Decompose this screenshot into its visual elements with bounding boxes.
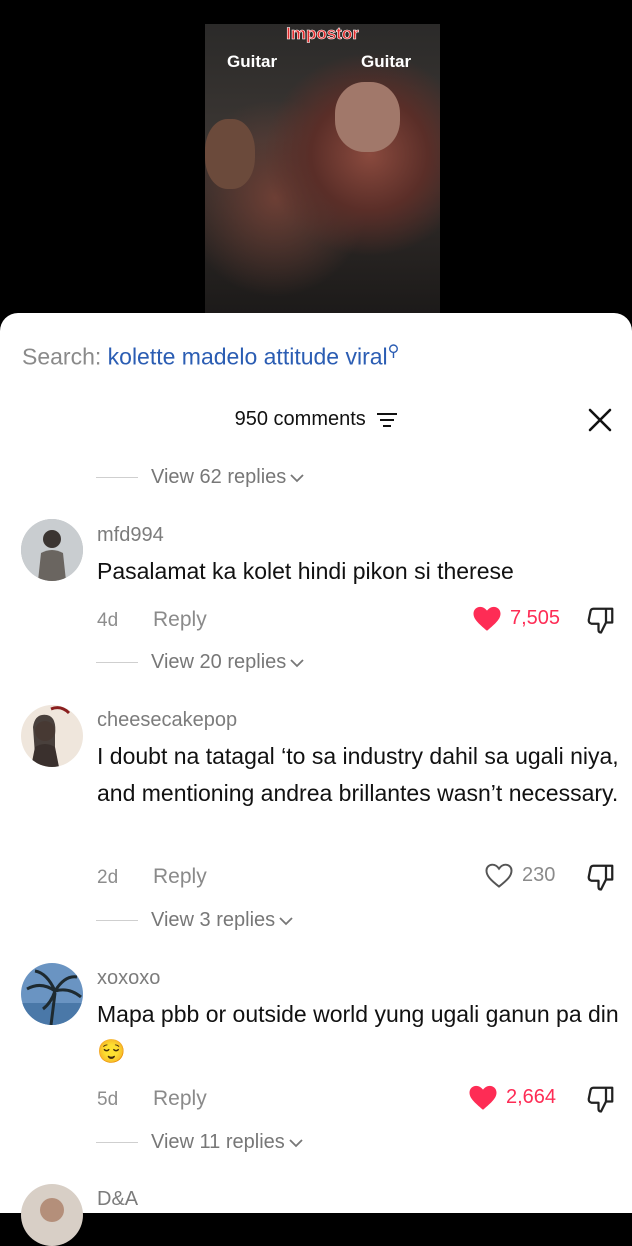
- search-icon: ⚲: [387, 343, 400, 360]
- view-replies-button[interactable]: View 11 replies: [96, 1131, 303, 1154]
- dislike-icon[interactable]: [586, 862, 616, 892]
- view-replies-label: View 3 replies: [151, 909, 276, 931]
- comments-count: 950 comments: [234, 408, 366, 430]
- dislike-icon[interactable]: [586, 1084, 616, 1114]
- avatar[interactable]: [21, 705, 83, 767]
- chevron-down-icon: [290, 473, 304, 482]
- like-count: 7,505: [510, 607, 561, 629]
- divider-line: [96, 662, 138, 663]
- view-replies-label: View 20 replies: [151, 651, 287, 673]
- like-count: 2,664: [506, 1086, 557, 1108]
- divider-line: [96, 1142, 138, 1143]
- comment-username[interactable]: cheesecakepop: [97, 709, 237, 732]
- comment-age: 2d: [97, 867, 119, 888]
- like-button[interactable]: 2,664: [468, 1084, 556, 1111]
- chevron-down-icon: [290, 658, 304, 667]
- filter-icon[interactable]: [377, 412, 398, 428]
- search-query[interactable]: kolette madelo attitude viral: [108, 344, 388, 370]
- divider-line: [96, 920, 138, 921]
- reply-button[interactable]: Reply: [153, 1087, 207, 1111]
- chevron-down-icon: [289, 1138, 303, 1147]
- avatar-image: [21, 519, 83, 581]
- comment-username[interactable]: mfd994: [97, 524, 164, 547]
- divider-line: [96, 477, 138, 478]
- view-replies-label: View 11 replies: [151, 1131, 285, 1153]
- reply-button[interactable]: Reply: [153, 865, 207, 889]
- like-button[interactable]: 230: [484, 862, 555, 889]
- avatar[interactable]: [21, 963, 83, 1025]
- avatar-image: [21, 963, 83, 1025]
- video-area: Impostor Guitar Guitar: [0, 0, 632, 330]
- view-replies-button[interactable]: View 20 replies: [96, 651, 304, 674]
- like-count: 230: [522, 864, 556, 886]
- chevron-down-icon: [279, 916, 293, 925]
- video-person-left: [205, 119, 255, 189]
- comment-age: 5d: [97, 1089, 119, 1110]
- avatar[interactable]: [21, 1184, 83, 1246]
- heart-outline-icon: [485, 863, 513, 888]
- like-button[interactable]: 7,505: [472, 605, 560, 632]
- search-prefix: Search:: [22, 343, 102, 370]
- comment-text: Pasalamat ka kolet hindi pikon si theres…: [97, 558, 514, 584]
- avatar[interactable]: [21, 519, 83, 581]
- close-icon[interactable]: [587, 407, 613, 433]
- video-caption-top: Impostor: [286, 24, 359, 43]
- comment-text: I doubt na tatagal ‘to sa industry dahil…: [97, 743, 619, 806]
- video-label-left: Guitar: [227, 52, 278, 71]
- comments-header: 950 comments: [0, 408, 632, 431]
- heart-filled-icon: [469, 1085, 497, 1110]
- video-label-right: Guitar: [361, 52, 412, 71]
- reply-button[interactable]: Reply: [153, 608, 207, 632]
- avatar-image: [21, 1184, 83, 1246]
- comment-username[interactable]: xoxoxo: [97, 967, 160, 990]
- comment-text: Mapa pbb or outside world yung ugali gan…: [97, 1001, 619, 1064]
- video-player[interactable]: Impostor Guitar Guitar: [205, 24, 440, 314]
- view-replies-button[interactable]: View 3 replies: [96, 909, 293, 932]
- heart-filled-icon: [473, 606, 501, 631]
- view-replies-label: View 62 replies: [151, 466, 287, 488]
- search-suggestion[interactable]: Search: kolette madelo attitude viral⚲: [22, 341, 399, 371]
- view-replies-button[interactable]: View 62 replies: [96, 466, 304, 489]
- avatar-image: [21, 705, 83, 767]
- dislike-icon[interactable]: [586, 605, 616, 635]
- comment-age: 4d: [97, 610, 119, 631]
- video-person-right: [335, 82, 400, 152]
